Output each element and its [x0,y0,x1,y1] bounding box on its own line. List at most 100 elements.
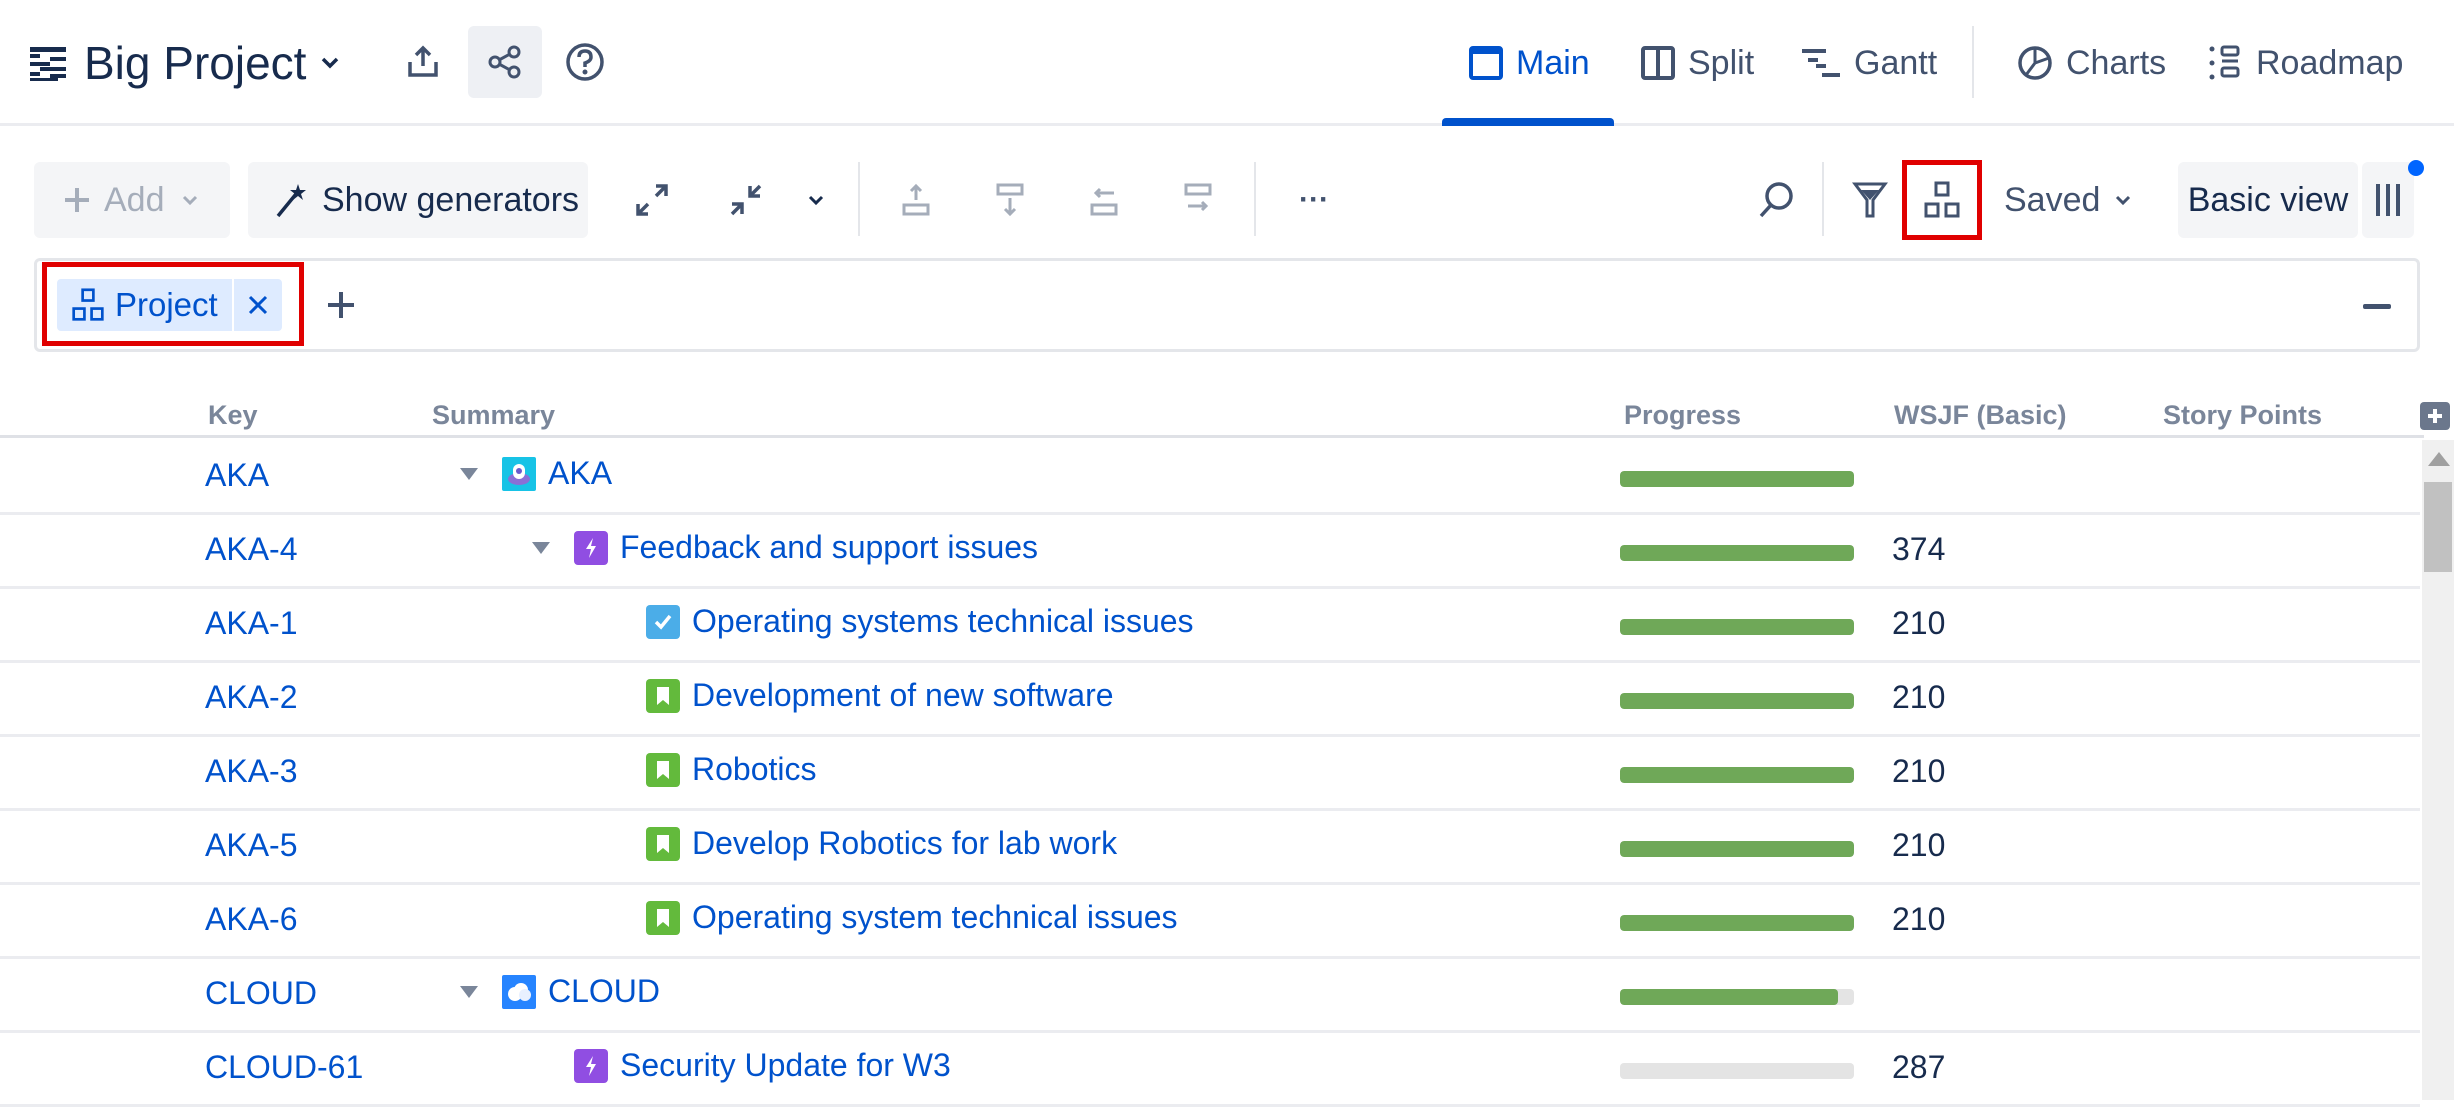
issue-key[interactable]: CLOUD-61 [205,1049,363,1086]
roadmap-icon [2209,45,2240,80]
help-button[interactable] [548,26,622,98]
show-generators-label: Show generators [322,180,580,219]
issue-key[interactable]: AKA [205,457,269,494]
tab-split[interactable]: Split [1640,20,1754,106]
issue-key[interactable]: AKA-1 [205,605,297,642]
issue-key[interactable]: AKA-4 [205,531,297,568]
add-column-button[interactable] [2420,402,2450,430]
wsjf-value: 210 [1892,605,1946,641]
top-bar: Big Project Main Split Gantt Charts Road… [0,0,2454,126]
story-icon [646,752,680,787]
issue-summary[interactable]: Operating systems technical issues [692,603,1194,640]
table-row[interactable]: AKA-5 Develop Robotics for lab work 210 [0,811,2420,885]
add-button[interactable]: Add [34,162,230,238]
table-row[interactable]: AKA-3 Robotics 210 [0,737,2420,811]
epic-icon [574,1048,608,1083]
table-row[interactable]: CLOUD CLOUD [0,959,2420,1033]
table-row[interactable]: AKA-2 Development of new software 210 [0,663,2420,737]
issue-summary[interactable]: CLOUD [548,973,660,1010]
add-label: Add [104,180,165,219]
column-header-key[interactable]: Key [208,400,258,431]
plus-icon [328,292,354,318]
issue-key[interactable]: AKA-2 [205,679,297,716]
filter-button[interactable] [1842,172,1898,228]
issue-summary[interactable]: Security Update for W3 [620,1047,951,1084]
expand-caret-icon[interactable] [460,467,478,480]
plus-icon [65,188,89,212]
progress-bar [1620,841,1854,857]
expand-caret-icon[interactable] [532,541,550,554]
table-row[interactable]: AKA-1 Operating systems technical issues 2… [0,589,2420,663]
epic-icon [574,530,608,565]
add-group-button[interactable] [319,283,363,327]
expand-caret-icon[interactable] [460,985,478,998]
table-row[interactable]: AKA-4 Feedback and support issues 374 [0,515,2420,589]
column-header-story-points[interactable]: Story Points [2163,400,2322,431]
expand-options-dropdown[interactable] [796,172,836,228]
collapse-all-button[interactable] [718,172,774,228]
issue-summary[interactable]: Operating system technical issues [692,899,1178,936]
progress-fill [1620,545,1854,561]
issue-summary[interactable]: AKA [548,455,612,492]
issue-key[interactable]: AKA-5 [205,827,297,864]
saved-views-dropdown[interactable]: Saved [2004,172,2134,228]
expand-icon [636,184,668,216]
column-header-wsjf[interactable]: WSJF (Basic) [1894,400,2067,431]
progress-bar [1620,693,1854,709]
table-row[interactable]: AKA-6 Operating system technical issues 21… [0,885,2420,959]
issue-summary[interactable]: Robotics [692,751,817,788]
indent-button[interactable] [1170,172,1226,228]
collapse-icon [730,184,762,216]
magic-wand-icon [276,184,306,218]
expand-all-button[interactable] [624,172,680,228]
vertical-scrollbar[interactable] [2422,440,2454,1100]
tab-roadmap-label: Roadmap [2256,43,2404,82]
issue-summary[interactable]: Feedback and support issues [620,529,1038,566]
columns-button[interactable] [2362,162,2414,238]
issue-summary[interactable]: Develop Robotics for lab work [692,825,1117,862]
column-header-progress[interactable]: Progress [1624,400,1741,431]
summary-cell: Feedback and support issues [532,529,1038,566]
scroll-up-arrow[interactable] [2428,452,2450,466]
wsjf-value: 210 [1892,753,1946,789]
issue-key[interactable]: AKA-3 [205,753,297,790]
share-button[interactable] [468,26,542,98]
tab-gantt[interactable]: Gantt [1802,20,1937,106]
column-header-summary[interactable]: Summary [432,400,555,431]
show-generators-button[interactable]: Show generators [248,162,588,238]
move-down-button[interactable] [982,172,1038,228]
wsjf-value: 210 [1892,901,1946,937]
move-up-button[interactable] [888,172,944,228]
outdent-button[interactable] [1076,172,1132,228]
tab-gantt-label: Gantt [1854,43,1938,82]
export-button[interactable] [386,26,460,98]
progress-fill [1620,767,1854,783]
story-icon [646,678,680,713]
grouping-bar: Project [34,258,2420,352]
table-row[interactable]: AKA AKA [0,441,2420,515]
issue-summary[interactable]: Development of new software [692,677,1114,714]
tab-roadmap[interactable]: Roadmap [2208,20,2403,106]
scrollbar-thumb[interactable] [2424,482,2452,572]
project-selector[interactable]: Big Project [30,28,340,98]
table-header: Key Summary Progress WSJF (Basic) Story … [0,392,2424,438]
collapse-grouping-button[interactable] [2355,287,2399,327]
issue-key[interactable]: CLOUD [205,975,317,1012]
more-actions-button[interactable]: ··· [1286,172,1342,228]
toolbar-divider [1822,162,1824,236]
gantt-icon [1802,49,1840,77]
search-button[interactable] [1748,172,1804,228]
minus-icon [2363,304,2391,309]
project-avatar-icon [502,456,536,491]
table-row[interactable]: CLOUD-61 Security Update for W3 287 [0,1033,2420,1107]
issue-key[interactable]: AKA-6 [205,901,297,938]
story-icon [646,826,680,861]
progress-fill [1620,471,1854,487]
tab-main[interactable]: Main [1468,20,1590,106]
summary-cell: Develop Robotics for lab work [646,825,1117,862]
charts-icon [2018,46,2052,80]
progress-bar [1620,767,1854,783]
tab-charts[interactable]: Charts [2016,20,2166,106]
basic-view-button[interactable]: Basic view [2178,162,2358,238]
project-avatar-icon [502,974,536,1009]
